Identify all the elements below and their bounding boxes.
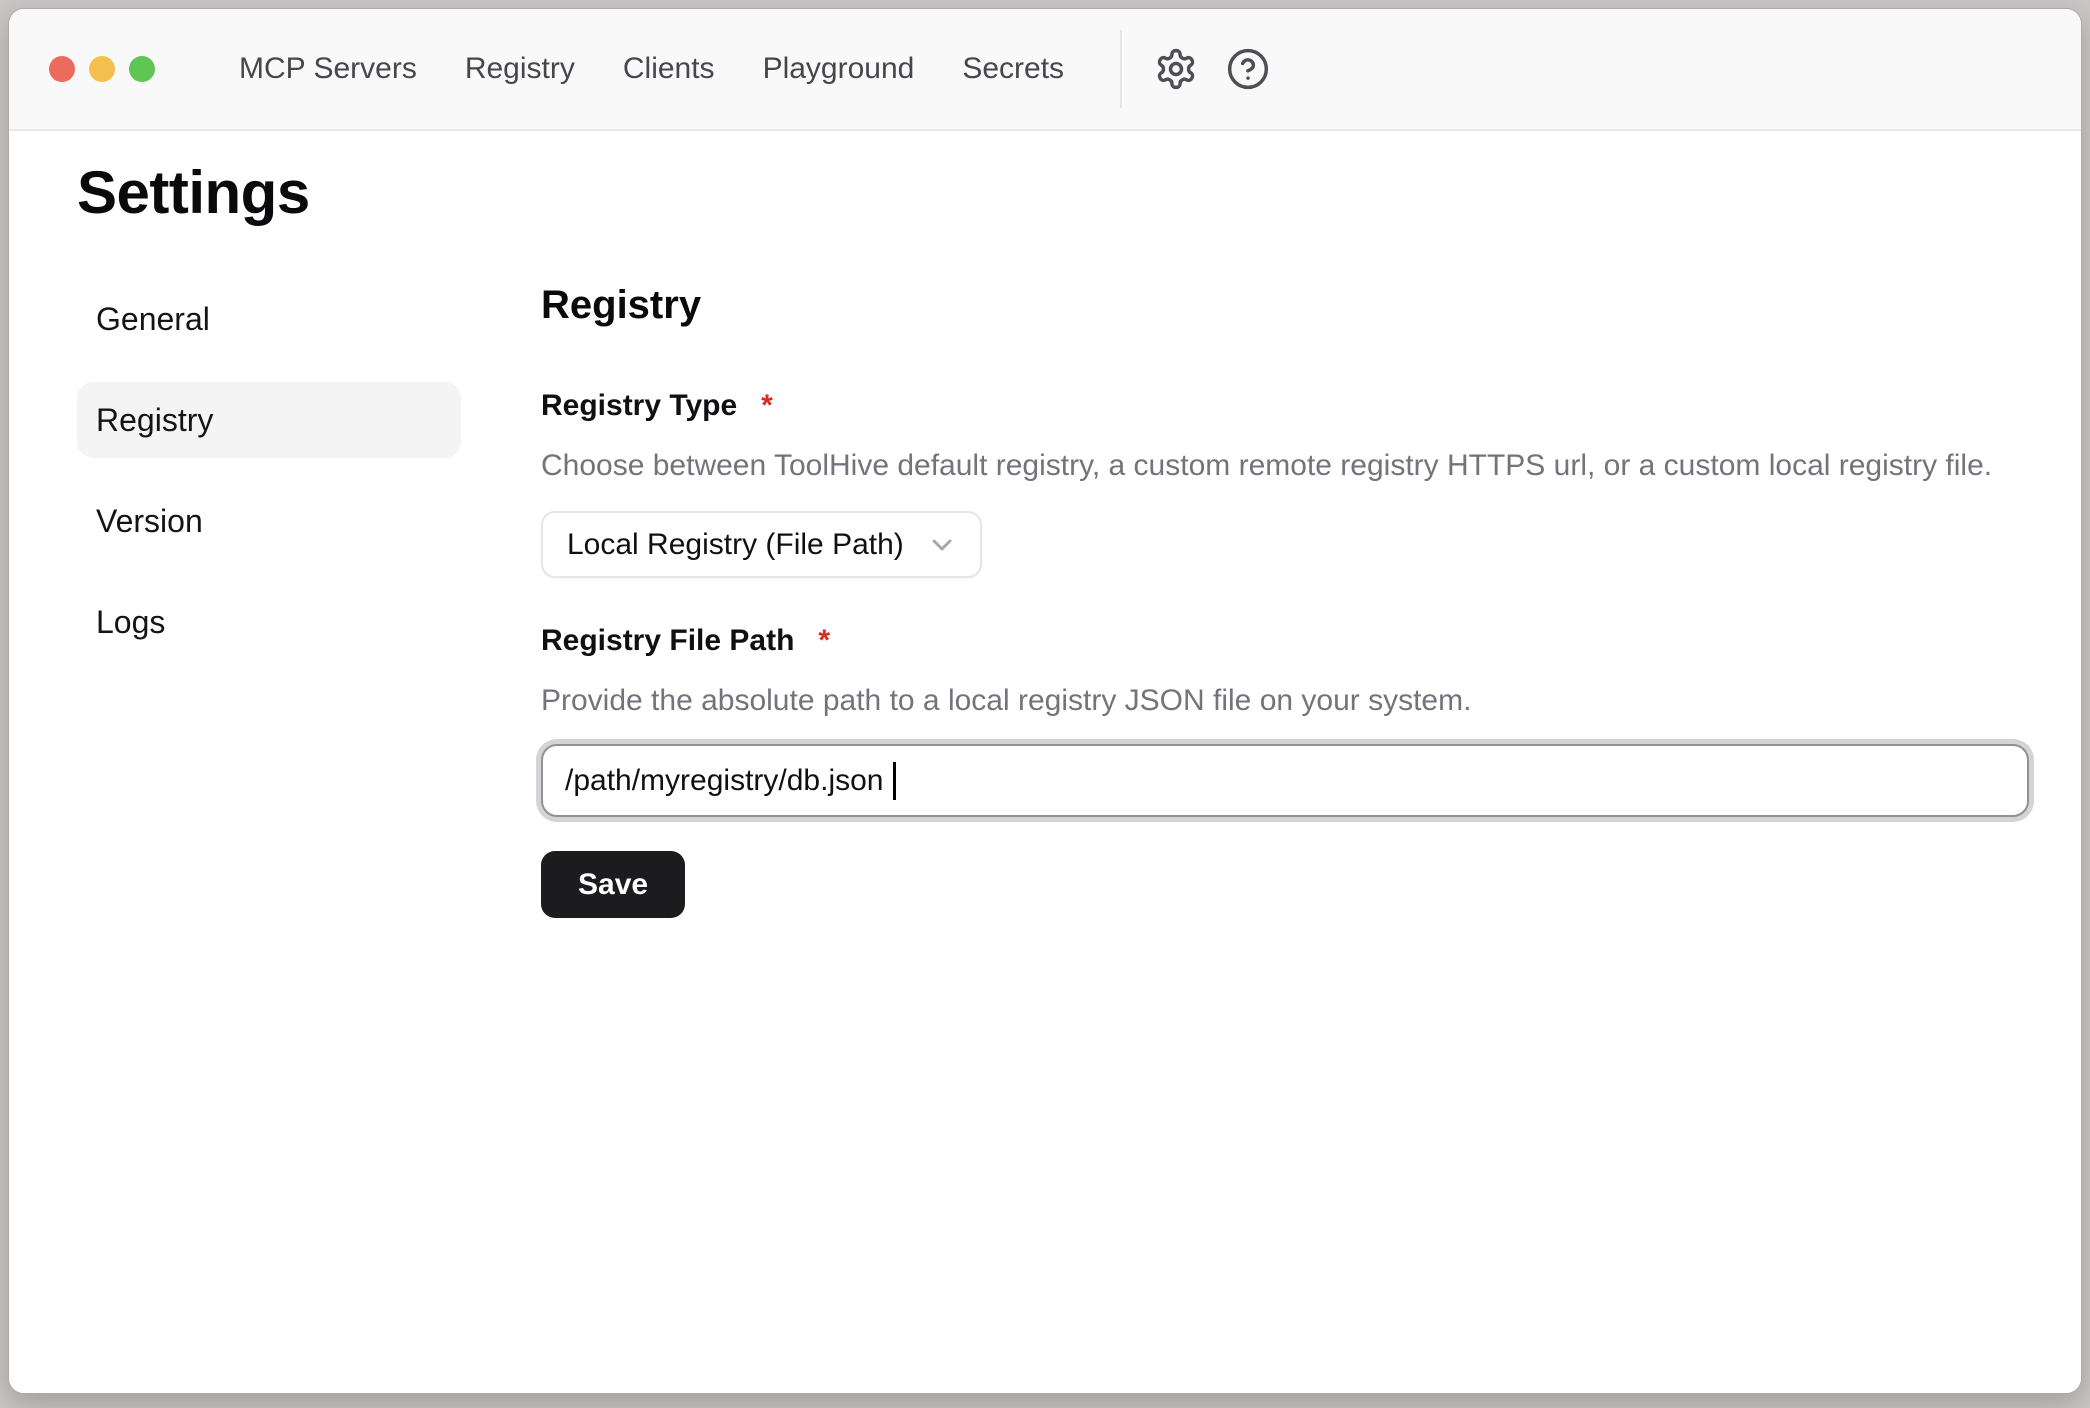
save-button[interactable]: Save [541,851,685,918]
registry-file-path-input[interactable] [541,744,2029,817]
nav-item-secrets[interactable]: Secrets [962,52,1064,86]
registry-type-field: Registry Type * Choose between ToolHive … [541,389,2029,578]
registry-type-description: Choose between ToolHive default registry… [541,447,2029,485]
sidebar-item-version[interactable]: Version [77,483,461,559]
settings-sidebar: General Registry Version Logs [77,281,461,918]
topbar-divider [1120,30,1122,108]
window-minimize-button[interactable] [89,56,115,82]
page-title: Settings [77,157,2029,229]
settings-gear-button[interactable] [1152,45,1200,93]
window-titlebar: MCP Servers Registry Clients Playground … [9,9,2081,131]
required-asterisk: * [818,624,830,658]
nav-item-registry[interactable]: Registry [465,52,575,86]
sidebar-item-registry[interactable]: Registry [77,382,461,458]
registry-file-path-field: Registry File Path * Provide the absolut… [541,624,2029,817]
top-navigation: MCP Servers Registry Clients Playground … [239,52,1064,86]
window-zoom-button[interactable] [129,56,155,82]
window-close-button[interactable] [49,56,75,82]
nav-item-clients[interactable]: Clients [623,52,715,86]
sidebar-item-logs[interactable]: Logs [77,584,461,660]
registry-file-path-description: Provide the absolute path to a local reg… [541,682,2029,720]
gear-icon [1154,47,1198,91]
registry-type-select[interactable]: Local Registry (File Path) [541,511,982,578]
traffic-lights [49,56,155,82]
sidebar-item-general[interactable]: General [77,281,461,357]
chevron-down-icon [926,529,958,561]
nav-item-mcp-servers[interactable]: MCP Servers [239,52,417,86]
registry-settings-panel: Registry Registry Type * Choose between … [541,281,2029,918]
app-window: MCP Servers Registry Clients Playground … [8,8,2082,1394]
help-icon [1226,47,1270,91]
registry-file-path-input-wrap [541,744,2029,817]
registry-type-label: Registry Type [541,389,737,423]
registry-type-selected-value: Local Registry (File Path) [567,528,904,562]
section-title: Registry [541,281,2029,329]
required-asterisk: * [761,389,773,423]
help-button[interactable] [1224,45,1272,93]
settings-page: Settings General Registry Version Logs R… [9,131,2081,1393]
text-cursor-caret [893,762,896,800]
registry-file-path-label: Registry File Path [541,624,794,658]
nav-item-playground[interactable]: Playground [763,52,915,86]
